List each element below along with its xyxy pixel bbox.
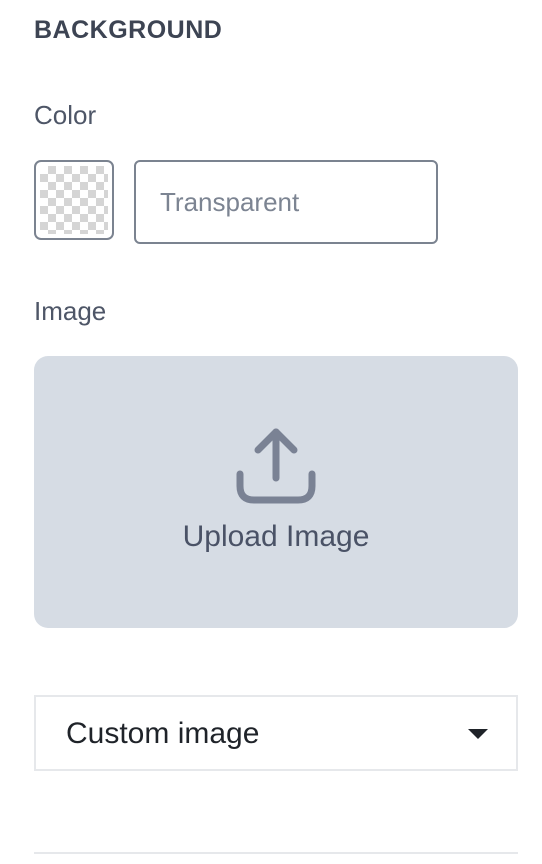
section-title: BACKGROUND <box>34 16 223 44</box>
image-source-select[interactable]: Custom image <box>34 695 518 771</box>
upload-image-label: Upload Image <box>182 520 370 553</box>
upload-image-dropzone[interactable]: Upload Image <box>34 356 518 628</box>
image-source-value: Custom image <box>66 717 260 750</box>
section-divider <box>34 852 518 854</box>
image-label: Image <box>34 296 107 326</box>
caret-down-icon <box>468 729 488 739</box>
color-input[interactable] <box>134 160 438 244</box>
color-label: Color <box>34 100 97 130</box>
upload-icon <box>236 428 316 504</box>
transparent-checker-icon <box>40 166 108 234</box>
color-swatch-button[interactable] <box>34 160 114 240</box>
